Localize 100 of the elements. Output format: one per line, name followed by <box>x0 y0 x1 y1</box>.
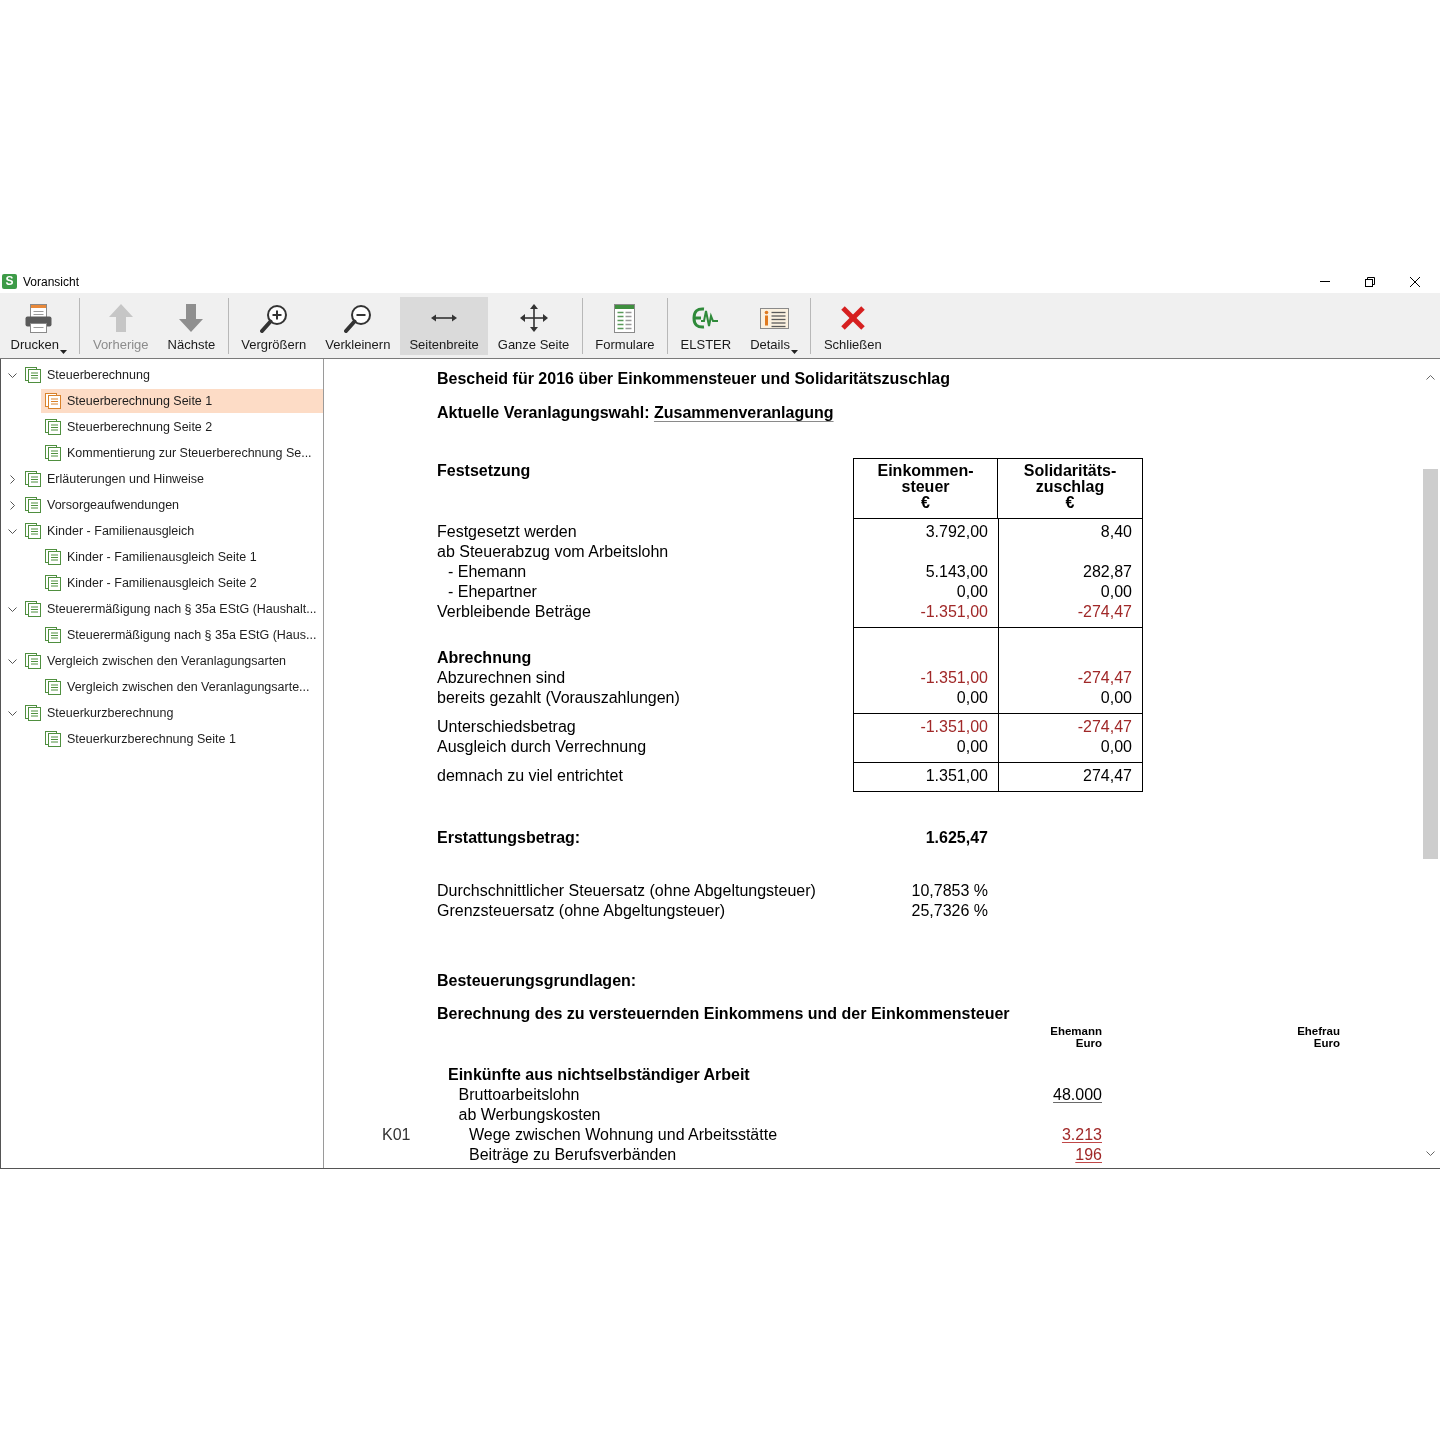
amount-cell: 0,00 <box>853 582 998 602</box>
elster-button[interactable]: ELSTER <box>671 297 741 355</box>
down-arrow-icon <box>179 304 204 332</box>
column-header: Ehefrau Euro <box>1297 1025 1340 1049</box>
chevron-down-icon[interactable] <box>7 710 17 716</box>
amount-link[interactable]: 3.213 <box>1061 1126 1102 1143</box>
amount-cell: 0,00 <box>998 688 1143 714</box>
document-stack-icon <box>25 601 41 617</box>
amount-link[interactable]: 48.000 <box>1053 1086 1102 1103</box>
row-label: - Ehemann <box>448 563 527 580</box>
row-label: Ausgleich durch Verrechnung <box>437 738 647 755</box>
amount-cell: 1.351,00 <box>853 763 998 792</box>
amount-cell: 0,00 <box>998 582 1143 602</box>
tree-item[interactable]: Steuerkurzberechnung <box>21 701 323 725</box>
amount-cell: -274,47 <box>998 602 1143 628</box>
amount-cell: 5.143,00 <box>853 562 998 582</box>
tree-item[interactable]: Steuerkurzberechnung Seite 1 <box>41 727 323 751</box>
caret-icon[interactable] <box>790 350 798 354</box>
zoom-out-icon <box>343 303 372 333</box>
info-list-icon <box>759 307 789 329</box>
wave-logo-icon <box>692 307 720 329</box>
amount-cell: 0,00 <box>853 737 998 763</box>
chevron-down-icon[interactable] <box>7 606 17 612</box>
amount-cell: 0,00 <box>998 737 1143 763</box>
tree-item[interactable]: Vergleich zwischen den Veranlagungsarten <box>21 649 323 673</box>
details-button[interactable]: Details <box>740 297 808 355</box>
next-button[interactable]: Nächste <box>158 297 225 355</box>
chevron-down-icon[interactable] <box>7 528 17 534</box>
row-label: Beiträge zu Berufsverbänden <box>469 1146 677 1163</box>
row-label: Bruttoarbeitslohn <box>458 1086 580 1103</box>
refund-label: Erstattungsbetrag: <box>437 829 581 846</box>
rate-label: Durchschnittlicher Steuersatz (ohne Abgeltungsteuer) <box>437 882 816 899</box>
tree-item[interactable]: Vorsorgeaufwendungen <box>21 493 323 517</box>
amount-cell: -1.351,00 <box>853 714 998 737</box>
tree-item[interactable]: Kinder - Familienausgleich Seite 2 <box>41 571 323 595</box>
row-label: demnach zu viel entrichtet <box>437 767 623 784</box>
close-icon <box>840 306 865 330</box>
tree-item[interactable]: Kinder - Familienausgleich Seite 1 <box>41 545 323 569</box>
document-stack-icon <box>45 549 61 565</box>
column-header: Ehemann Euro <box>1050 1025 1102 1049</box>
amount-cell: -274,47 <box>998 668 1143 688</box>
app-logo: S <box>2 274 17 289</box>
caret-icon[interactable] <box>59 350 67 354</box>
scrollbar-thumb[interactable] <box>1423 469 1438 859</box>
tree-item[interactable]: Steuerberechnung <box>21 363 323 387</box>
document-stack-icon <box>25 523 41 539</box>
whole-page-button[interactable]: Ganze Seite <box>488 297 579 355</box>
horizontal-arrow-icon <box>431 314 458 322</box>
close-icon[interactable] <box>1409 276 1420 287</box>
document-stack-icon <box>25 471 41 487</box>
page-width-button[interactable]: Seitenbreite <box>399 297 489 355</box>
amount-link[interactable]: 196 <box>1075 1146 1102 1163</box>
rate-value: 25,7326 % <box>911 902 988 919</box>
tree-item[interactable]: Vergleich zwischen den Veranlagungsarte... <box>41 675 323 699</box>
rate-value: 10,7853 % <box>911 882 988 899</box>
document-stack-icon <box>45 731 61 747</box>
minimize-icon[interactable] <box>1319 281 1330 282</box>
chevron-down-icon[interactable] <box>7 658 17 664</box>
chevron-down-icon[interactable] <box>7 372 17 378</box>
tree-item[interactable]: Steuerermäßigung nach § 35a EStG (Haus... <box>41 623 323 647</box>
document-stack-icon <box>45 445 61 461</box>
section-heading: Besteuerungsgrundlagen: <box>437 972 637 989</box>
print-button[interactable]: Drucken <box>1 297 77 355</box>
amount-cell: -274,47 <box>998 714 1143 737</box>
row-label: bereits gezahlt (Vorauszahlungen) <box>437 689 680 706</box>
section-subheading: Berechnung des zu versteuernden Einkommens und der Einkommensteuer <box>437 1005 1010 1022</box>
zoom-out-button[interactable]: Verkleinern <box>315 297 400 355</box>
section-heading: Abrechnung <box>437 649 532 666</box>
row-label: Unterschiedsbetrag <box>437 718 576 735</box>
chevron-up-icon[interactable] <box>1425 375 1435 380</box>
printer-icon <box>25 303 53 333</box>
document-stack-icon <box>45 393 61 409</box>
row-label: Festgesetzt werden <box>437 523 577 540</box>
tree-item[interactable]: Kinder - Familienausgleich <box>21 519 323 543</box>
chevron-down-icon[interactable] <box>1425 1151 1435 1156</box>
rate-label: Grenzsteuersatz (ohne Abgeltungsteuer) <box>437 902 726 919</box>
column-header: Solidaritäts- zuschlag € <box>998 458 1143 519</box>
section-heading: Einkünfte aus nichtselbständiger Arbeit <box>448 1066 750 1083</box>
zoom-in-icon <box>259 303 288 333</box>
tree-item[interactable]: Erläuterungen und Hinweise <box>21 467 323 491</box>
tree-item[interactable]: Steuerermäßigung nach § 35a EStG (Haushalt... <box>21 597 323 621</box>
form-document-icon <box>614 303 636 333</box>
restore-icon[interactable] <box>1364 276 1375 287</box>
tree-item[interactable]: Steuerberechnung Seite 2 <box>41 415 323 439</box>
chevron-right-icon[interactable] <box>9 500 15 510</box>
assessment-link[interactable]: Zusammenveranlagung <box>653 404 834 421</box>
document-stack-icon <box>25 705 41 721</box>
document-stack-icon <box>45 575 61 591</box>
document-stack-icon <box>25 497 41 513</box>
forms-button[interactable]: Formulare <box>585 297 665 355</box>
chevron-right-icon[interactable] <box>9 474 15 484</box>
close-button[interactable]: Schließen <box>814 297 892 355</box>
tree-item[interactable]: Kommentierung zur Steuerberechnung Se... <box>41 441 323 465</box>
up-arrow-icon <box>108 304 133 332</box>
four-way-arrow-icon <box>519 304 548 332</box>
tree-item[interactable]: Steuerberechnung Seite 1 <box>41 389 323 413</box>
row-code: K01 <box>382 1126 411 1143</box>
document-title: Bescheid für 2016 über Einkommensteuer und Solidaritätszuschlag <box>437 370 951 387</box>
zoom-in-button[interactable]: Vergrößern <box>231 297 316 355</box>
document-stack-icon <box>25 653 41 669</box>
